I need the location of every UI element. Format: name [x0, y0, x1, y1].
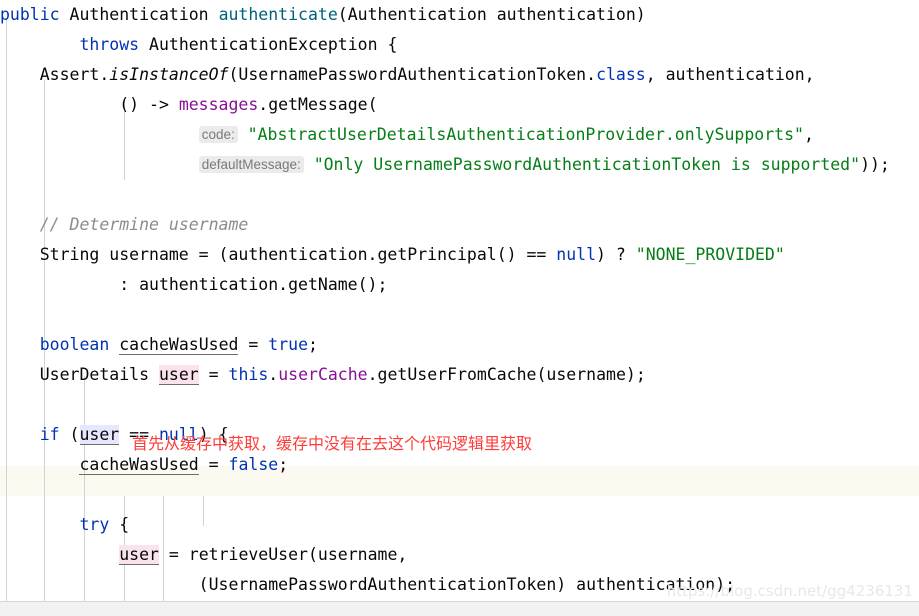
code-line[interactable]: try {: [0, 510, 919, 540]
code-line[interactable]: : authentication.getName();: [0, 270, 919, 300]
code-line[interactable]: [0, 480, 919, 510]
code-token: "AbstractUserDetailsAuthenticationProvid…: [247, 125, 804, 144]
code-token: "NONE_PROVIDED": [635, 245, 785, 264]
code-token: true: [268, 335, 309, 354]
code-token: = retrieveUser(username,: [158, 545, 408, 564]
code-token: ;: [308, 335, 318, 354]
code-token: throws: [79, 35, 140, 54]
code-token: : authentication.getName();: [0, 275, 388, 294]
code-line[interactable]: throws AuthenticationException {: [0, 30, 919, 60]
code-token: user: [79, 425, 120, 445]
code-token: messages: [178, 95, 259, 114]
code-token: =: [238, 335, 269, 354]
code-token: public: [0, 5, 60, 24]
code-token: "Only UsernamePasswordAuthenticationToke…: [313, 155, 861, 174]
code-token: .: [268, 365, 279, 384]
code-token: =: [198, 365, 229, 384]
code-token: authenticate: [218, 5, 338, 24]
code-token: =: [198, 455, 229, 474]
code-line[interactable]: UserDetails user = this.userCache.getUse…: [0, 360, 919, 390]
code-token: Authentication: [59, 5, 219, 24]
code-token: userCache: [278, 365, 368, 384]
code-token: ) ?: [596, 245, 636, 264]
csdn-watermark: https://blog.csdn.net/gg4236131: [666, 582, 913, 600]
code-token: .getMessage(: [258, 95, 378, 114]
code-token: null: [556, 245, 597, 264]
code-line[interactable]: boolean cacheWasUsed = true;: [0, 330, 919, 360]
code-token: cacheWasUsed: [79, 455, 199, 475]
bottom-strip: [0, 601, 919, 616]
code-token: user: [158, 365, 199, 385]
code-line[interactable]: defaultMessage: "Only UsernamePasswordAu…: [0, 150, 919, 180]
code-token: false: [228, 455, 279, 474]
code-line[interactable]: public Authentication authenticate(Authe…: [0, 0, 919, 30]
code-line[interactable]: String username = (authentication.getPri…: [0, 240, 919, 270]
code-line[interactable]: Assert.isInstanceOf(UsernamePasswordAuth…: [0, 60, 919, 90]
code-line[interactable]: // Determine username: [0, 210, 919, 240]
code-token: () ->: [0, 95, 179, 114]
code-line[interactable]: () -> messages.getMessage(: [0, 90, 919, 120]
code-token: if: [39, 425, 60, 444]
chinese-annotation-overlay: 首先从缓存中获取，缓存中没有在去这个代码逻辑里获取: [132, 434, 533, 453]
code-token: class: [596, 65, 646, 84]
code-token: UserDetails: [0, 365, 159, 384]
code-token: ));: [860, 155, 890, 174]
code-token: String username = (authentication.getPri…: [0, 245, 557, 264]
code-token: AuthenticationException {: [139, 35, 398, 54]
code-token: // Determine username: [39, 215, 249, 234]
code-token: , authentication,: [645, 65, 815, 84]
code-token: (UsernamePasswordAuthenticationToken) au…: [0, 575, 736, 594]
code-token: isInstanceOf: [109, 65, 229, 84]
code-token: ;: [278, 455, 289, 474]
code-token: try: [79, 515, 110, 534]
code-line[interactable]: user = retrieveUser(username,: [0, 540, 919, 570]
code-line[interactable]: [0, 180, 919, 210]
code-editor-viewport[interactable]: public Authentication authenticate(Authe…: [0, 0, 919, 616]
code-token: ,: [803, 125, 814, 144]
code-token: code:: [198, 126, 238, 143]
code-token: cacheWasUsed: [119, 335, 239, 355]
code-line[interactable]: code: "AbstractUserDetailsAuthentication…: [0, 120, 919, 150]
code-token: boolean: [39, 335, 110, 354]
code-token: this: [228, 365, 269, 384]
code-line[interactable]: [0, 390, 919, 420]
code-line[interactable]: [0, 300, 919, 330]
code-token: .getUserFromCache(username);: [367, 365, 646, 384]
code-token: (UsernamePasswordAuthenticationToken.: [228, 65, 597, 84]
code-token: Assert.: [0, 65, 110, 84]
code-line[interactable]: cacheWasUsed = false;: [0, 450, 919, 480]
code-token: user: [119, 545, 159, 565]
code-token: (Authentication authentication): [337, 5, 646, 24]
code-token: {: [109, 515, 130, 534]
code-token: defaultMessage:: [198, 156, 304, 173]
code-token: (: [59, 425, 80, 444]
